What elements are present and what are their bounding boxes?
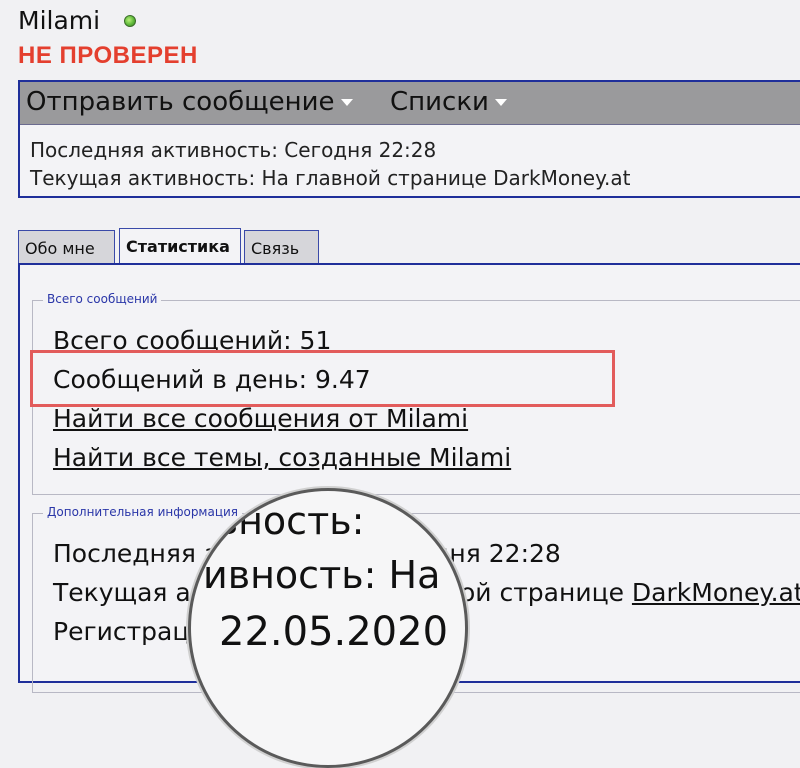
find-all-threads-link[interactable]: Найти все темы, созданные Milami	[53, 443, 511, 472]
online-status-icon	[124, 15, 136, 27]
send-message-label: Отправить сообщение	[26, 87, 335, 117]
last-activity: Последняя активность: Сегодня 22:28	[30, 138, 437, 162]
find-all-posts-link[interactable]: Найти все сообщения от Milami	[53, 404, 468, 433]
tab-contact[interactable]: Связь	[244, 230, 319, 263]
username: Milami	[18, 6, 101, 35]
chevron-down-icon	[340, 99, 353, 106]
magnifier-lens: ивность: ивность: На 22.05.2020	[188, 488, 468, 768]
send-message-menu[interactable]: Отправить сообщение	[26, 87, 353, 117]
lists-label: Списки	[390, 87, 489, 117]
status-badge: НЕ ПРОВЕРЕН	[18, 42, 198, 69]
chevron-down-icon	[494, 99, 507, 106]
profile-box: Отправить сообщение Списки Последняя акт…	[18, 80, 800, 198]
posts-legend: Всего сообщений	[43, 292, 162, 306]
action-bar: Отправить сообщение Списки	[20, 82, 800, 125]
current-activity: Текущая активность: На главной странице …	[30, 166, 631, 190]
lists-menu[interactable]: Списки	[390, 87, 507, 117]
magnified-registration-date: 22.05.2020	[219, 609, 449, 655]
magnified-line: ивность:	[191, 499, 365, 543]
magnified-line: ивность: На	[203, 553, 441, 597]
darkmoney-link[interactable]: DarkMoney.at	[632, 578, 800, 607]
tab-about[interactable]: Обо мне	[18, 230, 115, 263]
tab-stats[interactable]: Статистика	[119, 228, 241, 263]
highlight-box	[30, 350, 615, 407]
